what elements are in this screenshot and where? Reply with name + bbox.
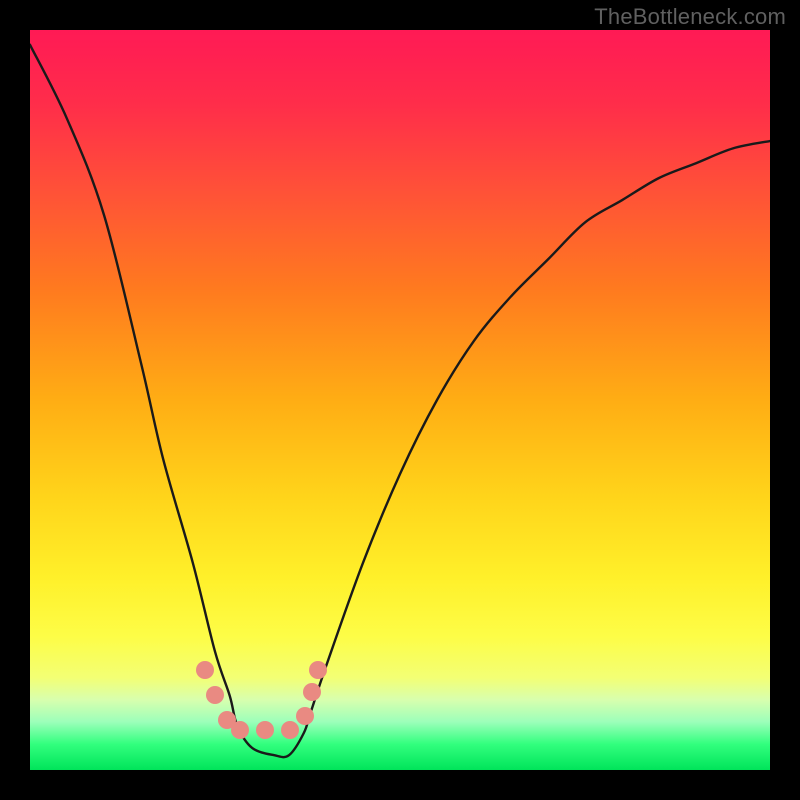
valley-marker: [196, 661, 214, 679]
valley-marker: [256, 721, 274, 739]
valley-marker: [281, 721, 299, 739]
plot-area: [30, 30, 770, 770]
valley-marker: [296, 707, 314, 725]
valley-marker: [206, 686, 224, 704]
valley-marker: [231, 721, 249, 739]
plot-svg: [30, 30, 770, 770]
gradient-background: [30, 30, 770, 770]
valley-marker: [309, 661, 327, 679]
chart-frame: TheBottleneck.com: [0, 0, 800, 800]
watermark-text: TheBottleneck.com: [594, 4, 786, 30]
valley-marker: [303, 683, 321, 701]
